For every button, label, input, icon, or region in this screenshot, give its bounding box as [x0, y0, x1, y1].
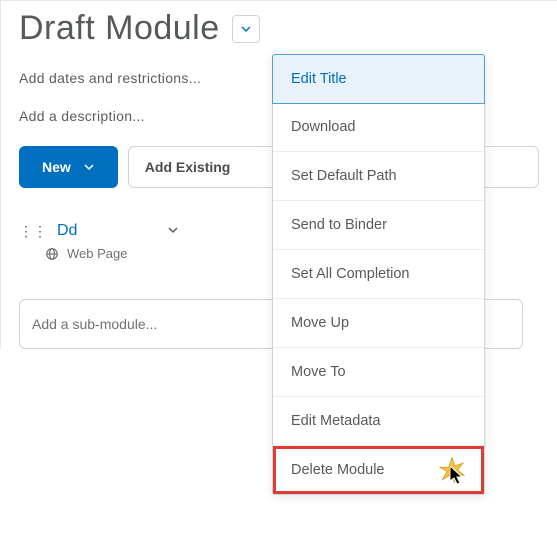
menu-edit-title[interactable]: Edit Title — [272, 54, 485, 104]
chevron-down-icon — [83, 161, 95, 173]
chevron-down-icon — [240, 23, 252, 35]
module-title[interactable]: Draft Module — [19, 9, 220, 48]
content-item-actions-button[interactable] — [167, 223, 179, 239]
menu-set-all-completion[interactable]: Set All Completion — [273, 250, 484, 299]
highlight-burst-icon — [438, 456, 466, 484]
module-actions-button[interactable] — [232, 15, 260, 43]
menu-delete-module-label: Delete Module — [291, 462, 385, 478]
content-item-link[interactable]: Dd — [57, 222, 77, 240]
menu-move-up[interactable]: Move Up — [273, 299, 484, 348]
menu-download[interactable]: Download — [273, 103, 484, 152]
chevron-down-icon — [167, 224, 179, 236]
drag-handle-icon[interactable]: ⋮⋮ — [19, 223, 47, 240]
module-actions-menu: Edit Title Download Set Default Path Sen… — [272, 54, 485, 495]
content-item-type: Web Page — [67, 246, 127, 261]
menu-edit-metadata[interactable]: Edit Metadata — [273, 397, 484, 446]
menu-set-default-path[interactable]: Set Default Path — [273, 152, 484, 201]
menu-delete-module[interactable]: Delete Module — [273, 446, 484, 494]
menu-move-to[interactable]: Move To — [273, 348, 484, 397]
new-button-label: New — [42, 159, 71, 175]
cursor-icon — [450, 466, 466, 486]
new-button[interactable]: New — [19, 146, 118, 188]
globe-icon — [45, 247, 59, 261]
menu-send-to-binder[interactable]: Send to Binder — [273, 201, 484, 250]
